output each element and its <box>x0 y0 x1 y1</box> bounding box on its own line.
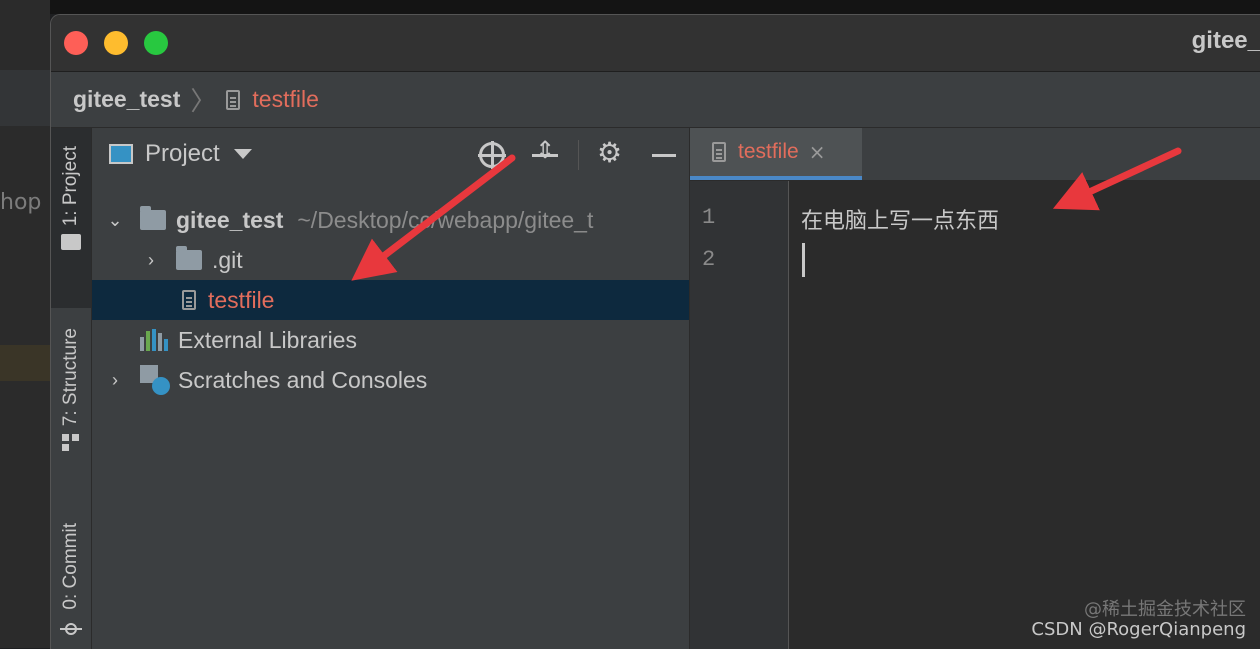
editor-tab-testfile[interactable]: testfile × <box>690 128 862 180</box>
tree-item-root-path: ~/Desktop/cc/webapp/gitee_t <box>297 206 594 233</box>
zoom-window-button[interactable] <box>144 31 168 55</box>
scratches-icon <box>140 365 170 395</box>
tool-window-structure[interactable]: 7: Structure <box>51 328 91 452</box>
editor-tab-bar: testfile × <box>690 128 1260 181</box>
breadcrumb-file-label: testfile <box>252 86 319 112</box>
tree-item-testfile-label: testfile <box>208 286 275 313</box>
crosshair-icon[interactable] <box>478 141 506 169</box>
window-title: gitee_t <box>1191 27 1260 54</box>
navigation-bar: gitee_test 〉 testfile <box>51 72 1260 128</box>
tree-item-scratches[interactable]: › Scratches and Consoles <box>92 360 689 400</box>
project-view-selector[interactable]: Project <box>145 140 220 168</box>
structure-icon <box>62 434 80 452</box>
chevron-down-icon[interactable]: ⌄ <box>104 210 126 231</box>
code-editor[interactable]: 在电脑上写一点东西 <box>789 181 1260 649</box>
close-tab-icon[interactable]: × <box>809 140 826 164</box>
line-number: 1 <box>702 205 716 230</box>
tool-window-commit-label: 0: Commit <box>60 523 81 610</box>
background-app-toolbar <box>0 70 50 126</box>
folder-icon <box>61 234 81 251</box>
left-tool-strip: 1: Project 7: Structure 0: Commit <box>51 128 92 649</box>
watermark-csdn: CSDN @RogerQianpeng <box>1031 619 1246 640</box>
tree-item-git-label: .git <box>212 246 243 273</box>
chevron-right-icon[interactable]: › <box>140 250 162 271</box>
project-view-icon <box>109 144 133 164</box>
background-app-highlight <box>0 345 50 381</box>
tool-window-project-label: 1: Project <box>60 146 81 227</box>
close-window-button[interactable] <box>64 31 88 55</box>
text-file-icon <box>712 142 726 162</box>
text-file-icon <box>226 89 241 110</box>
header-divider <box>578 140 579 170</box>
watermark-juejin: @稀土掘金技术社区 <box>1084 599 1246 620</box>
tree-item-root-label: gitee_test <box>176 206 284 233</box>
chevron-down-icon[interactable] <box>233 149 252 159</box>
watermark: @稀土掘金技术社区 CSDN @RogerQianpeng <box>1031 600 1246 640</box>
project-tree: ⌄ gitee_test ~/Desktop/cc/webapp/gitee_t… <box>92 200 689 400</box>
line-number-gutter: 1 2 <box>690 181 789 649</box>
folder-icon <box>176 246 202 270</box>
tree-item-git[interactable]: › .git <box>92 240 689 280</box>
title-bar: gitee_t <box>51 15 1260 72</box>
collapse-all-icon[interactable] <box>532 136 558 168</box>
breadcrumb-file[interactable]: testfile <box>226 86 319 113</box>
folder-icon <box>140 206 166 230</box>
background-app-text: hop <box>0 190 42 215</box>
text-caret <box>802 243 805 277</box>
tree-item-external-libraries-label: External Libraries <box>178 326 357 353</box>
tree-item-root[interactable]: ⌄ gitee_test ~/Desktop/cc/webapp/gitee_t <box>92 200 689 240</box>
hide-panel-icon[interactable] <box>652 142 678 168</box>
tool-window-project[interactable]: 1: Project <box>51 128 91 308</box>
tool-window-commit[interactable]: 0: Commit <box>51 523 91 640</box>
ide-window: gitee_t gitee_test 〉 testfile 1: Project… <box>50 14 1260 649</box>
tree-item-testfile[interactable]: testfile <box>92 280 689 320</box>
breadcrumb-separator: 〉 <box>190 87 217 117</box>
line-number: 2 <box>702 247 716 272</box>
gear-icon[interactable]: ⚙ <box>597 136 623 169</box>
menu-bar-background <box>0 0 1260 14</box>
text-file-icon <box>182 290 196 310</box>
tool-window-structure-label: 7: Structure <box>60 328 81 427</box>
project-panel-header: Project ⚙ <box>92 128 689 180</box>
minimize-window-button[interactable] <box>104 31 128 55</box>
tree-item-scratches-label: Scratches and Consoles <box>178 366 428 393</box>
code-line[interactable]: 在电脑上写一点东西 <box>801 203 999 235</box>
project-panel: Project ⚙ ⌄ gitee_test ~/Desktop/cc/weba… <box>92 128 690 649</box>
breadcrumb-project[interactable]: gitee_test <box>73 86 180 113</box>
commit-icon <box>60 618 82 640</box>
libraries-icon <box>140 329 168 351</box>
tree-item-external-libraries[interactable]: External Libraries <box>92 320 689 360</box>
chevron-right-icon[interactable]: › <box>104 370 126 391</box>
editor-tab-label: testfile <box>738 140 799 163</box>
